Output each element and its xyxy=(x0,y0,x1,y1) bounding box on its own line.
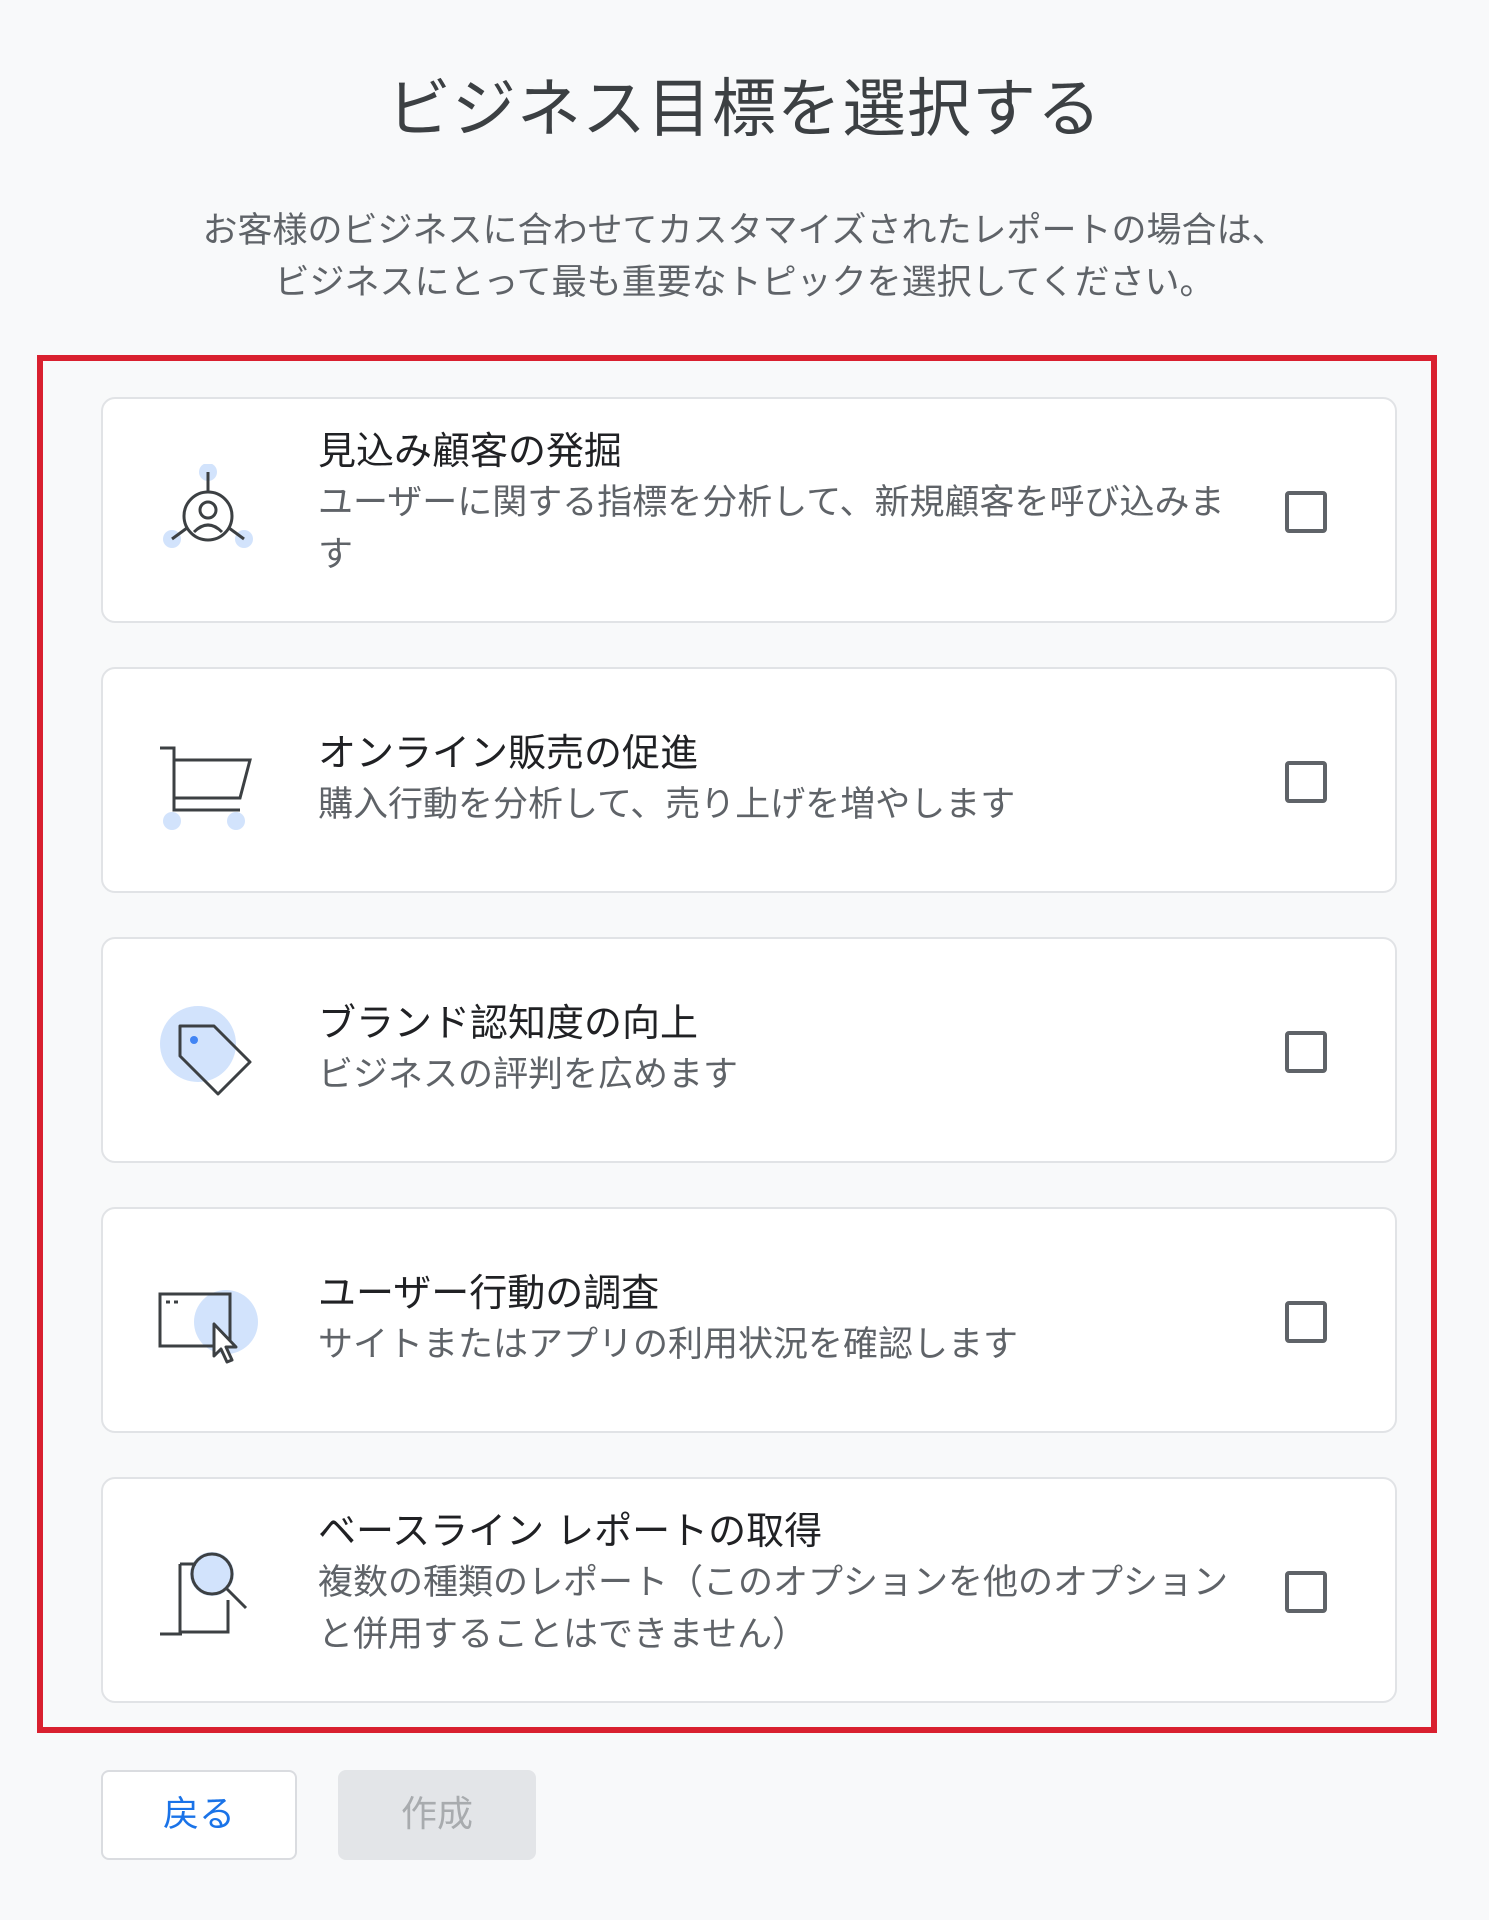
option-card-baseline-report[interactable]: ベースライン レポートの取得 複数の種類のレポート（このオプションを他のオプショ… xyxy=(101,1477,1397,1703)
option-checkbox[interactable] xyxy=(1285,1571,1327,1613)
option-description: 購入行動を分析して、売り上げを増やします xyxy=(318,785,1016,825)
option-description: ユーザーに関する指標を分析して、新規顧客を呼び込みます xyxy=(318,483,1225,575)
page-title: ビジネス目標を選択する xyxy=(387,73,1102,147)
option-title: ブランド認知度の向上 xyxy=(318,1001,699,1045)
option-title: 見込み顧客の発掘 xyxy=(318,429,623,473)
option-title: ユーザー行動の調査 xyxy=(318,1271,660,1315)
user-target-icon xyxy=(158,463,258,564)
browser-cursor-icon xyxy=(158,1274,258,1374)
option-title: オンライン販売の促進 xyxy=(318,731,699,775)
document-search-icon xyxy=(158,1544,258,1644)
option-card-user-behavior[interactable]: ユーザー行動の調査 サイトまたはアプリの利用状況を確認します xyxy=(101,1207,1397,1433)
option-checkbox[interactable] xyxy=(1285,1301,1327,1343)
back-button[interactable]: 戻る xyxy=(101,1770,297,1860)
option-description: サイトまたはアプリの利用状況を確認します xyxy=(318,1325,1019,1365)
option-description: ビジネスの評判を広めます xyxy=(318,1055,739,1095)
option-checkbox[interactable] xyxy=(1285,491,1327,533)
create-button[interactable]: 作成 xyxy=(338,1770,536,1860)
page-subtitle: お客様のビジネスに合わせてカスタマイズされたレポートの場合は、 ビジネスにとって… xyxy=(0,205,1489,309)
option-title: ベースライン レポートの取得 xyxy=(318,1509,823,1553)
price-tag-icon xyxy=(158,1004,258,1104)
option-card-lead-generation[interactable]: 見込み顧客の発掘 ユーザーに関する指標を分析して、新規顧客を呼び込みます xyxy=(101,397,1397,623)
subtitle-line-2: ビジネスにとって最も重要なトピックを選択してください。 xyxy=(274,263,1215,303)
option-checkbox[interactable] xyxy=(1285,1031,1327,1073)
option-description: 複数の種類のレポート（このオプションを他のオプションと併用することはできません） xyxy=(318,1563,1229,1655)
option-checkbox[interactable] xyxy=(1285,761,1327,803)
option-card-online-sales[interactable]: オンライン販売の促進 購入行動を分析して、売り上げを増やします xyxy=(101,667,1397,893)
shopping-cart-icon xyxy=(158,734,258,834)
option-card-brand-awareness[interactable]: ブランド認知度の向上 ビジネスの評判を広めます xyxy=(101,937,1397,1163)
subtitle-line-1: お客様のビジネスに合わせてカスタマイズされたレポートの場合は、 xyxy=(202,211,1287,251)
